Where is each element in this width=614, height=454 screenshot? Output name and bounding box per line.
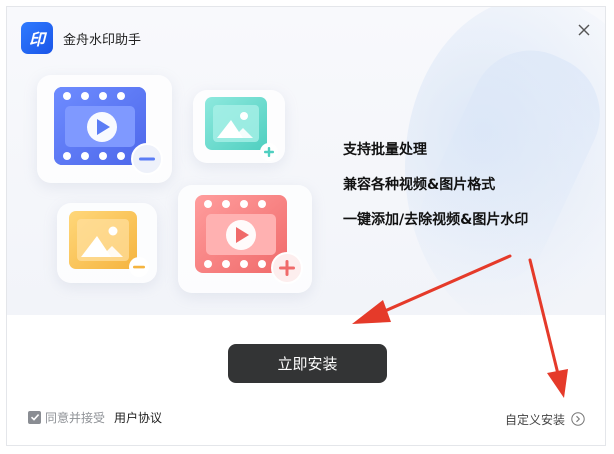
close-button[interactable] [573, 19, 595, 41]
title-bar: 印 金舟水印助手 [7, 7, 605, 57]
app-logo: 印 [21, 22, 53, 54]
video-add-icon [195, 195, 303, 284]
feature-item: 一键添加/去除视频&图片水印 [343, 212, 529, 228]
custom-install-link[interactable]: 自定义安装 [505, 411, 585, 427]
feature-list: 支持批量处理 兼容各种视频&图片格式 一键添加/去除视频&图片水印 [343, 142, 528, 247]
image-add-icon [205, 97, 278, 161]
feature-item: 支持批量处理 [343, 142, 427, 158]
installer-window: 支持批量处理 兼容各种视频&图片格式 一键添加/去除视频&图片水印 印 金舟水印… [6, 6, 606, 446]
feature-item: 兼容各种视频&图片格式 [343, 177, 496, 193]
image-remove-icon [69, 211, 149, 277]
image-remove-card [57, 203, 157, 283]
agree-label: 同意并接受 [45, 410, 106, 425]
agreement-row: 同意并接受 用户协议 [28, 409, 162, 425]
video-remove-icon [54, 87, 163, 175]
custom-install-label: 自定义安装 [504, 412, 565, 427]
check-icon [30, 414, 39, 421]
video-add-card [178, 185, 312, 293]
app-title: 金舟水印助手 [63, 33, 142, 48]
video-remove-card [37, 75, 172, 183]
user-agreement-link[interactable]: 用户协议 [114, 409, 162, 426]
agree-checkbox[interactable] [28, 410, 41, 424]
image-add-card [193, 90, 285, 163]
arrow-right-circle-icon [571, 412, 585, 426]
install-now-button[interactable]: 立即安装 [228, 344, 387, 383]
close-icon [578, 24, 590, 36]
